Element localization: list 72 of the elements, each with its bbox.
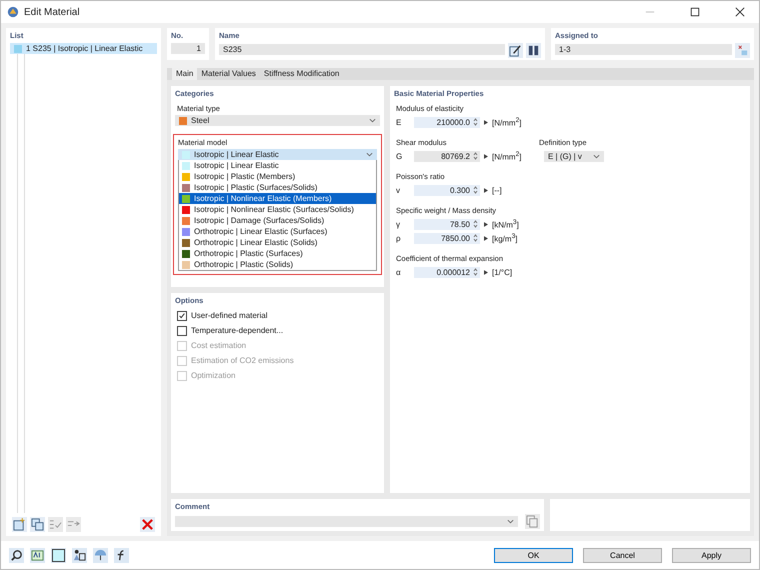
dropdown-option[interactable]: Orthotropic | Plastic (Solids)	[179, 259, 376, 270]
list-item[interactable]: 1 S235 | Isotropic | Linear Elastic	[10, 43, 157, 54]
symbol: G	[396, 152, 404, 160]
checkbox-label: User-defined material	[191, 311, 268, 320]
new-item-icon[interactable]	[12, 517, 27, 532]
maximize-icon[interactable]	[690, 7, 700, 17]
number-spinner[interactable]: 210000.0	[414, 116, 480, 128]
close-icon[interactable]	[735, 7, 745, 17]
name-field[interactable]: S235	[219, 44, 505, 54]
dialog-button[interactable]: OK	[494, 548, 573, 562]
dropdown-option[interactable]: Orthotropic | Linear Elastic (Surfaces)	[179, 226, 376, 237]
color-square-icon[interactable]	[51, 548, 66, 562]
number-spinner[interactable]: 0.000012	[414, 266, 480, 278]
number-spinner[interactable]: 7850.00	[414, 232, 480, 244]
chevron-icon	[507, 519, 514, 524]
assigned-field[interactable]: 1-3	[555, 44, 732, 54]
material-model-dropdown[interactable]: Isotropic | Linear Elastic	[178, 149, 377, 160]
chevron-icon	[369, 118, 376, 123]
checkbox-label: Optimization	[191, 371, 236, 380]
unit: [N/mm$^{2}$]	[492, 150, 522, 162]
number-spinner[interactable]: 0.300	[414, 184, 480, 196]
number-field[interactable]: 1	[171, 43, 205, 54]
unit: [kg/m$^{3}$]	[492, 232, 518, 244]
check-list-icon[interactable]	[48, 517, 63, 532]
arrow-right-icon[interactable]	[484, 222, 488, 226]
arrow-right-icon[interactable]	[484, 270, 488, 274]
symbol: α	[396, 268, 402, 276]
dropdown-option[interactable]: Isotropic | Nonlinear Elastic (Surfaces/Solids)	[179, 204, 376, 215]
dialog-button[interactable]: Apply	[672, 548, 751, 562]
library-icon[interactable]	[526, 43, 541, 58]
dropdown-option[interactable]: Orthotropic | Plastic (Surfaces)	[179, 248, 376, 259]
arrow-right-icon[interactable]	[484, 120, 488, 124]
table-person-icon[interactable]	[72, 548, 87, 562]
dropdown-option[interactable]: Isotropic | Plastic (Surfaces/Solids)	[179, 182, 376, 193]
symbol: E	[396, 118, 402, 126]
number-spinner[interactable]: 78.50	[414, 218, 480, 230]
comment-field[interactable]	[175, 516, 518, 527]
symbol: γ	[396, 220, 401, 228]
arrow-right-icon[interactable]	[484, 154, 488, 158]
chevron-icon	[593, 154, 600, 158]
checkbox[interactable]	[177, 310, 187, 320]
symbol: ρ	[396, 234, 402, 242]
symbol: v	[396, 186, 401, 194]
function-icon[interactable]	[114, 548, 129, 562]
unit: [kN/m$^{3}$]	[492, 218, 520, 230]
chevron-icon	[366, 152, 373, 157]
dialog-button[interactable]: Cancel	[583, 548, 662, 562]
checkbox-label: Cost estimation	[191, 341, 246, 350]
arrow-right-icon[interactable]	[484, 236, 488, 240]
edit-icon[interactable]	[508, 43, 523, 58]
app-icon	[7, 6, 19, 18]
tab[interactable]: Main	[172, 68, 198, 80]
dropdown-option[interactable]: Orthotropic | Linear Elastic (Solids)	[179, 237, 376, 248]
unit: [1/°C]	[492, 268, 514, 276]
dropdown-option[interactable]: Isotropic | Damage (Surfaces/Solids)	[179, 215, 376, 226]
number-format-icon[interactable]	[30, 548, 45, 562]
definition-type-dropdown[interactable]: E | (G) | v	[544, 150, 604, 162]
dropdown-option[interactable]: Isotropic | Plastic (Members)	[179, 171, 376, 182]
dropdown-option[interactable]: Isotropic | Linear Elastic	[179, 160, 376, 171]
window-title: Edit Material	[24, 6, 80, 18]
dropdown-option[interactable]: Isotropic | Nonlinear Elastic (Members)	[179, 193, 376, 204]
checkbox[interactable]	[177, 326, 187, 336]
delete-icon[interactable]	[140, 517, 155, 532]
search-icon[interactable]	[9, 548, 24, 562]
select-objects-icon[interactable]	[735, 43, 750, 58]
arrow-right-icon[interactable]	[484, 188, 488, 192]
checkbox-label: Estimation of CO2 emissions	[191, 356, 294, 365]
unit: [--]	[492, 186, 503, 194]
material-type-dropdown[interactable]: Steel	[175, 115, 380, 126]
copy-icon[interactable]	[30, 517, 45, 532]
unit: [N/mm$^{2}$]	[492, 116, 522, 128]
checkbox-label: Temperature-dependent...	[191, 326, 284, 335]
